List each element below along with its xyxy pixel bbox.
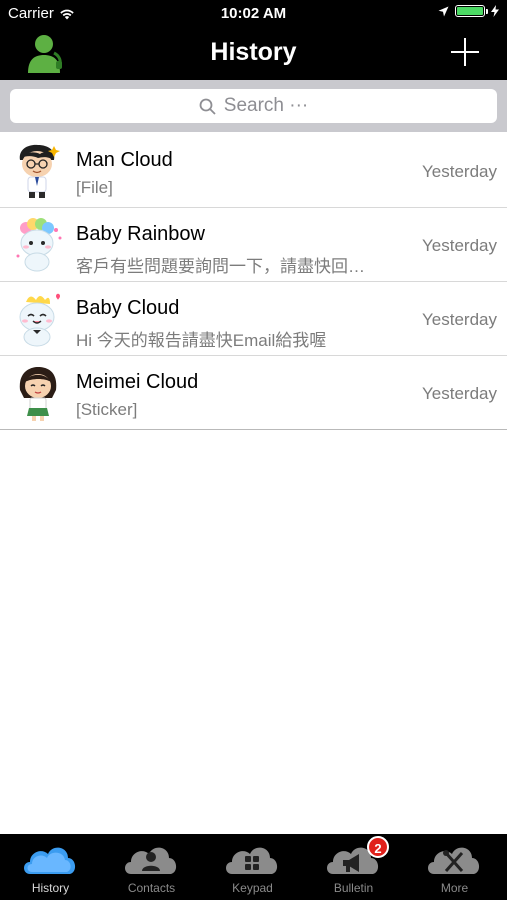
message-time: Yesterday [422, 384, 497, 403]
nav-bar: History [0, 26, 507, 80]
tab-label: More [440, 881, 469, 895]
tab-keypad[interactable]: Keypad [202, 834, 303, 900]
contact-name: Baby Rainbow [76, 223, 205, 245]
search-placeholder: Search ··· [223, 95, 309, 116]
man-cloud-avatar [19, 144, 60, 198]
conversation-row[interactable]: Meimei Cloud [Sticker] Yesterday [0, 356, 507, 430]
contact-name: Meimei Cloud [76, 371, 199, 393]
baby-cloud-avatar [19, 293, 60, 347]
tab-more[interactable]: More [404, 834, 505, 900]
message-preview: Hi 今天的報告請盡快Email給我喔 [76, 331, 327, 350]
tab-label: Keypad [232, 881, 273, 895]
message-preview: [Sticker] [76, 400, 138, 419]
tab-bulletin[interactable]: 2 Bulletin [303, 834, 404, 900]
tab-label: Contacts [127, 881, 176, 895]
history-cloud-icon [24, 847, 76, 874]
tab-label: History [31, 881, 70, 895]
keypad-icon [226, 847, 278, 874]
tab-contacts[interactable]: Contacts [101, 834, 202, 900]
conversation-list: Man Cloud [File] Yesterday Baby Rainbow … [0, 134, 507, 430]
search-input[interactable]: Search ··· [10, 89, 497, 123]
message-time: Yesterday [422, 310, 497, 329]
search-bar: Search ··· [0, 80, 507, 132]
conversation-row[interactable]: Man Cloud [File] Yesterday [0, 134, 507, 208]
tab-bar: History Contacts Keypad 2 Bulletin More [0, 834, 507, 900]
meimei-cloud-avatar [19, 367, 57, 421]
bulletin-badge: 2 [367, 836, 389, 858]
battery-icon [455, 5, 488, 17]
tab-history[interactable]: History [0, 834, 101, 900]
search-icon [199, 98, 216, 115]
status-bar: Carrier 10:02 AM [0, 0, 507, 26]
tab-label: Bulletin [333, 881, 374, 895]
page-title: History [210, 38, 297, 66]
conversation-row[interactable]: Baby Rainbow 客戶有些問題要詢問一下，請盡快回… Yesterday [0, 208, 507, 282]
message-preview: 客戶有些問題要詢問一下，請盡快回… [76, 257, 365, 276]
message-preview: [File] [76, 178, 113, 197]
add-icon[interactable] [447, 34, 483, 70]
charging-bolt-icon [491, 5, 499, 17]
status-right [438, 5, 499, 17]
location-arrow-icon [438, 6, 449, 16]
message-time: Yesterday [422, 236, 497, 255]
status-time: 10:02 AM [220, 5, 287, 22]
more-tools-icon [428, 847, 480, 874]
contact-name: Baby Cloud [76, 297, 180, 319]
baby-rainbow-avatar [16, 218, 62, 272]
contact-name: Man Cloud [76, 149, 173, 171]
contacts-icon [125, 847, 177, 874]
message-time: Yesterday [422, 162, 497, 181]
conversation-row[interactable]: Baby Cloud Hi 今天的報告請盡快Email給我喔 Yesterday [0, 282, 507, 356]
